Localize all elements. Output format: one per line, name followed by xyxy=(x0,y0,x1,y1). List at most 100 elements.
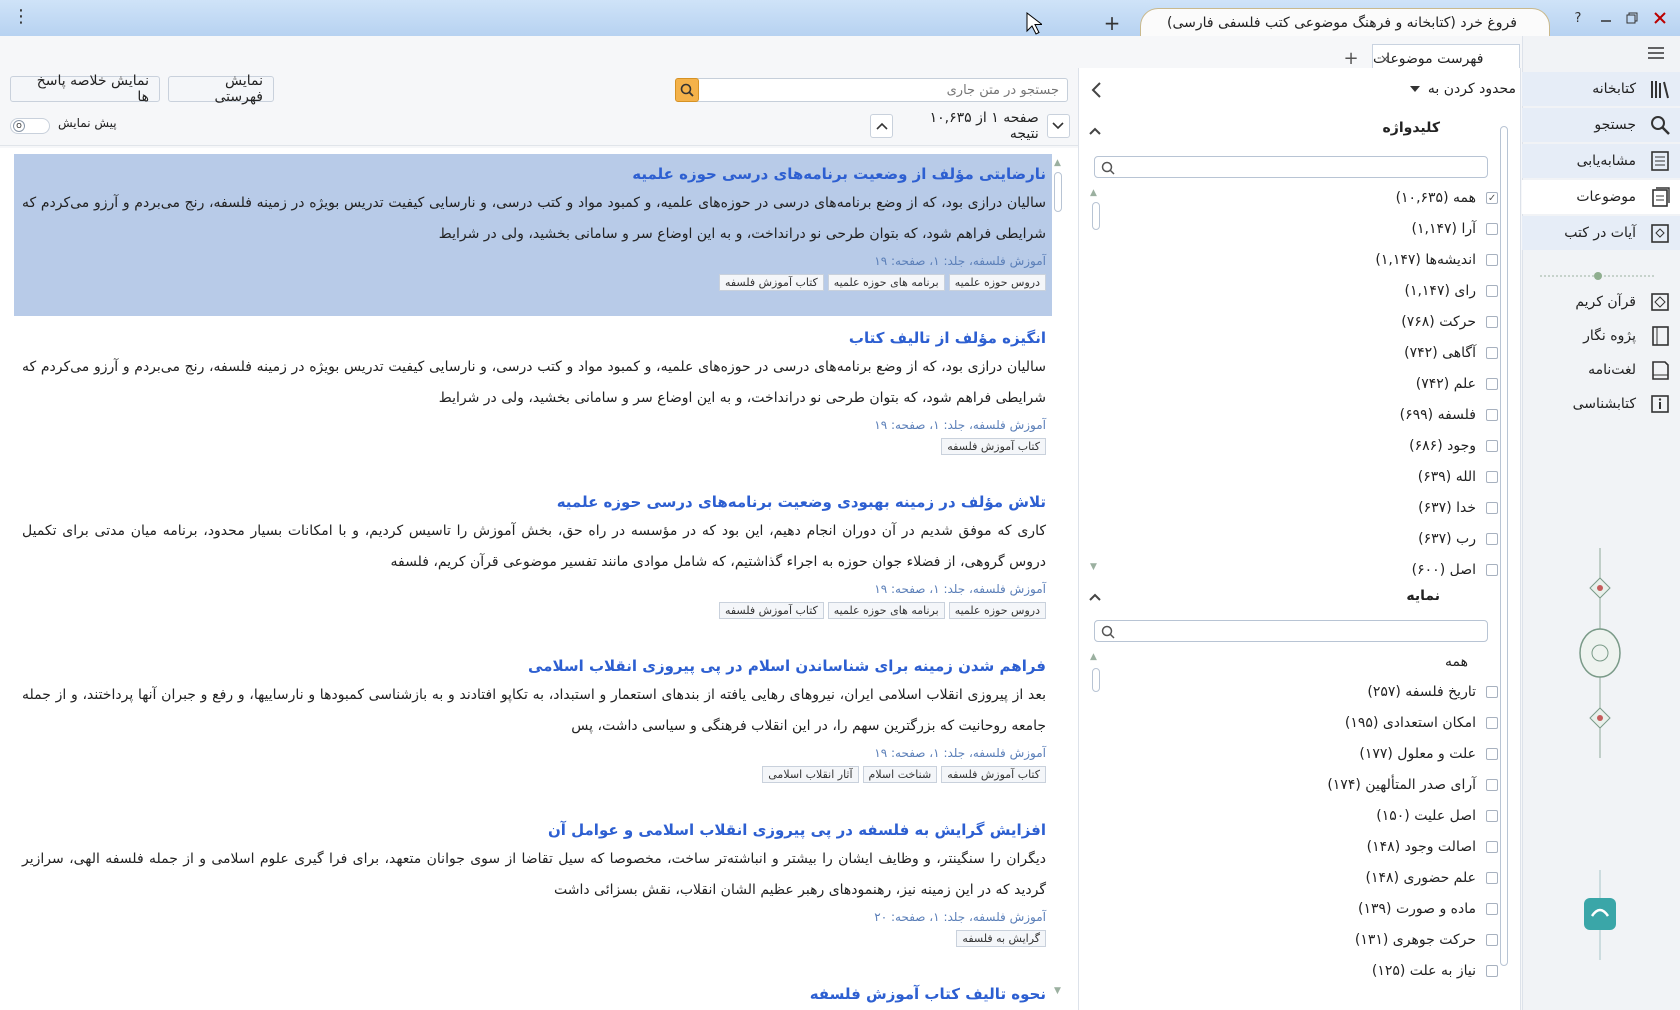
search-current-text-input[interactable] xyxy=(676,78,1068,102)
restore-button[interactable] xyxy=(1620,6,1644,30)
result-title[interactable]: نحوه تالیف کتاب آموزش فلسفه xyxy=(22,980,1046,1008)
result-item[interactable]: فراهم شدن زمینه برای شناساندن اسلام در پ… xyxy=(14,646,1052,806)
result-source[interactable]: آموزش فلسفه، جلد: ۱، صفحه: ۱۹ xyxy=(22,414,1046,436)
tag[interactable]: گرایش به فلسفه xyxy=(956,930,1046,947)
keyword-item[interactable]: وجود (۶۸۶) xyxy=(1409,438,1498,454)
result-item[interactable]: نحوه تالیف کتاب آموزش فلسفه xyxy=(14,974,1052,1010)
checkbox[interactable] xyxy=(1486,502,1498,514)
checkbox[interactable] xyxy=(1486,717,1498,729)
index-item[interactable]: امکان استعدادی (۱۹۵) xyxy=(1345,715,1498,731)
result-source[interactable]: آموزش فلسفه، جلد: ۱، صفحه: ۱۹ xyxy=(22,742,1046,764)
tag[interactable]: کتاب آموزش فلسفه xyxy=(718,602,824,619)
tab-close-icon[interactable]: × xyxy=(1378,52,1392,66)
index-item[interactable]: اصالت وجود (۱۴۸) xyxy=(1367,839,1498,855)
keyword-item[interactable]: علم (۷۴۲) xyxy=(1416,376,1498,392)
index-item[interactable]: حرکت جوهری (۱۳۱) xyxy=(1355,932,1498,948)
checkbox[interactable] xyxy=(1486,347,1498,359)
index-item[interactable]: اصل علیت (۱۵۰) xyxy=(1376,808,1498,824)
index-item[interactable]: نیاز به علت (۱۲۵) xyxy=(1372,963,1498,979)
add-tab-button[interactable]: + xyxy=(1340,48,1362,70)
keyword-item[interactable]: الله (۶۳۹) xyxy=(1418,469,1498,485)
keyword-item[interactable]: آرا (۱,۱۴۷) xyxy=(1412,221,1498,237)
checkbox[interactable] xyxy=(1486,748,1498,760)
nav-verses[interactable]: آیات در کتب xyxy=(1522,216,1680,250)
index-item[interactable]: آرای صدر المتألهین (۱۷۴) xyxy=(1327,777,1498,793)
nav-dictionary[interactable]: لغت‌نامه xyxy=(1522,354,1680,386)
new-tab-button[interactable]: + xyxy=(1100,12,1124,36)
checkbox[interactable] xyxy=(1486,564,1498,576)
keyword-collapse-icon[interactable] xyxy=(1088,124,1102,138)
checkbox[interactable] xyxy=(1486,965,1498,977)
tag[interactable]: کتاب آموزش فلسفه xyxy=(941,438,1046,455)
tag[interactable]: دروس حوزه علمیه xyxy=(948,274,1046,291)
result-source[interactable]: آموزش فلسفه، جلد: ۱، صفحه: ۲۰ xyxy=(22,906,1046,928)
close-button[interactable] xyxy=(1648,6,1672,30)
keyword-item[interactable]: حرکت (۷۶۸) xyxy=(1401,314,1498,330)
checkbox[interactable] xyxy=(1486,810,1498,822)
checkbox-checked[interactable]: ✓ xyxy=(1486,192,1498,204)
checkbox[interactable] xyxy=(1486,223,1498,235)
keyword-item[interactable]: ✓ همه (۱۰,۶۳۵) xyxy=(1396,190,1498,206)
nav-bibliography[interactable]: کتابشناسی xyxy=(1522,388,1680,420)
hamburger-menu-icon[interactable] xyxy=(1640,40,1670,66)
result-source[interactable]: آموزش فلسفه، جلد: ۱، صفحه: ۱۹ xyxy=(22,578,1046,600)
keyword-item[interactable]: فلسفه (۶۹۹) xyxy=(1400,407,1498,423)
checkbox[interactable] xyxy=(1486,934,1498,946)
nav-quran[interactable]: قرآن کریم xyxy=(1522,286,1680,318)
document-tab[interactable]: فروغ خرد (کتابخانه و فرهنگ موضوعی کتب فل… xyxy=(1140,8,1550,36)
checkbox[interactable] xyxy=(1486,378,1498,390)
checkbox[interactable] xyxy=(1486,779,1498,791)
index-item[interactable]: تاریخ فلسفه (۲۵۷) xyxy=(1367,684,1498,700)
checkbox[interactable] xyxy=(1486,440,1498,452)
checkbox[interactable] xyxy=(1486,872,1498,884)
help-button[interactable]: ? xyxy=(1566,6,1590,30)
index-collapse-icon[interactable] xyxy=(1088,590,1102,604)
checkbox[interactable] xyxy=(1486,254,1498,266)
checkbox[interactable] xyxy=(1486,533,1498,545)
result-item[interactable]: انگیزه مؤلف از تالیف کتاب سالیان درازی ب… xyxy=(14,318,1052,476)
keyword-item[interactable]: آگاهی (۷۴۲) xyxy=(1404,345,1498,361)
more-menu-icon[interactable]: ⋮ xyxy=(12,6,30,30)
checkbox[interactable] xyxy=(1486,903,1498,915)
results-scroll-up-icon[interactable]: ▲ xyxy=(1054,158,1066,168)
nav-library[interactable]: کتابخانه xyxy=(1522,72,1680,106)
result-item[interactable]: نارضایتی مؤلف از وضعیت برنامه‌های درسی ح… xyxy=(14,154,1052,316)
next-result-button[interactable] xyxy=(1046,114,1070,138)
result-title[interactable]: نارضایتی مؤلف از وضعیت برنامه‌های درسی ح… xyxy=(22,160,1046,188)
keyword-item[interactable]: خدا (۶۳۷) xyxy=(1418,500,1498,516)
prev-result-button[interactable] xyxy=(870,114,894,138)
checkbox[interactable] xyxy=(1486,471,1498,483)
index-item-all[interactable]: همه xyxy=(1445,654,1468,670)
keyword-item[interactable]: اندیشه‌ها (۱,۱۴۷) xyxy=(1375,252,1498,268)
nav-similar[interactable]: مشابه‌یابی xyxy=(1522,144,1680,178)
keyword-item[interactable]: رای (۱,۱۴۷) xyxy=(1404,283,1498,299)
tag[interactable]: کتاب آموزش فلسفه xyxy=(718,274,824,291)
nav-topics[interactable]: موضوعات xyxy=(1522,180,1680,214)
result-source[interactable]: آموزش فلسفه، جلد: ۱، صفحه: ۱۹ xyxy=(22,250,1046,272)
index-view-button[interactable]: نمایش فهرستی xyxy=(168,73,274,105)
results-scroll-down-icon[interactable]: ▼ xyxy=(1054,986,1066,996)
index-filter-input[interactable] xyxy=(1094,620,1488,642)
checkbox[interactable] xyxy=(1486,409,1498,421)
minimize-button[interactable] xyxy=(1594,6,1618,30)
result-title[interactable]: فراهم شدن زمینه برای شناساندن اسلام در پ… xyxy=(22,652,1046,680)
keyword-filter-input[interactable] xyxy=(1094,156,1488,178)
checkbox[interactable] xyxy=(1486,285,1498,297)
keyword-item[interactable]: رب (۶۳۷) xyxy=(1418,531,1498,547)
result-item[interactable]: افزایش گرایش به فلسفه در پی پیروزی انقلا… xyxy=(14,810,1052,970)
tag[interactable]: کتاب آموزش فلسفه xyxy=(941,766,1046,783)
tag[interactable]: برنامه های حوزه علمیه xyxy=(827,274,945,291)
result-title[interactable]: انگیزه مؤلف از تالیف کتاب xyxy=(22,324,1046,352)
results-scrollbar[interactable] xyxy=(1054,172,1062,212)
result-title[interactable]: تلاش مؤلف در زمینه بهبودی وضعیت برنامه‌ه… xyxy=(22,488,1046,516)
limit-to-dropdown[interactable]: محدود کردن به xyxy=(1380,76,1516,102)
result-item[interactable]: تلاش مؤلف در زمینه بهبودی وضعیت برنامه‌ه… xyxy=(14,482,1052,642)
tag[interactable]: آثار انقلاب اسلامی xyxy=(762,766,859,783)
search-button[interactable] xyxy=(675,78,699,102)
index-item[interactable]: علم حضوری (۱۴۸) xyxy=(1366,870,1498,886)
index-item[interactable]: علت و معلول (۱۷۷) xyxy=(1359,746,1498,762)
facet-panel-scrollbar[interactable] xyxy=(1500,126,1508,966)
tag[interactable]: برنامه های حوزه علمیه xyxy=(827,602,945,619)
checkbox[interactable] xyxy=(1486,686,1498,698)
summary-view-button[interactable]: نمایش خلاصه پاسخ ها xyxy=(10,73,160,105)
